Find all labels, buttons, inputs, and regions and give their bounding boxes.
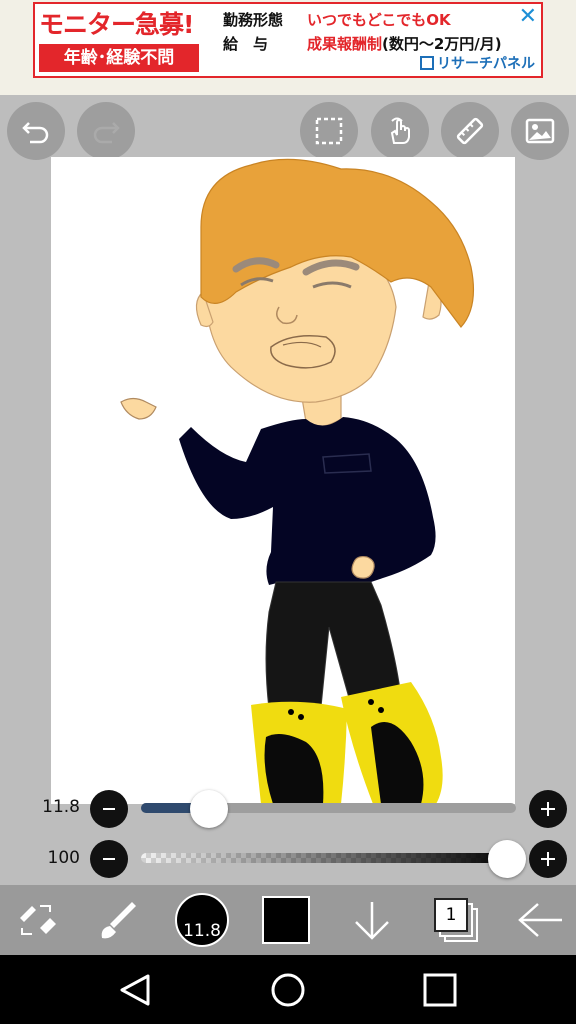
brush-size-decrease-button[interactable]	[90, 790, 128, 828]
ruler-icon	[456, 117, 484, 145]
opacity-thumb[interactable]	[488, 840, 526, 878]
drawing-canvas[interactable]	[51, 157, 515, 804]
character-drawing	[120, 158, 475, 804]
image-button[interactable]	[511, 102, 569, 160]
brush-size-increase-button[interactable]	[529, 790, 567, 828]
ad-banner[interactable]: モニター急募! 年齢･経験不問 勤務形態 いつでもどこでもOK 給 与 成果報酬制(…	[0, 0, 576, 95]
ad-box[interactable]: モニター急募! 年齢･経験不問 勤務形態 いつでもどこでもOK 給 与 成果報酬制(…	[33, 2, 543, 78]
minus-icon	[103, 858, 115, 860]
brush-size-thumb[interactable]	[190, 790, 228, 828]
download-button[interactable]	[344, 885, 400, 955]
selection-icon	[315, 117, 343, 145]
opacity-value: 100	[47, 848, 80, 868]
undo-icon	[22, 122, 49, 144]
brush-size-preview[interactable]: 11.8	[172, 885, 232, 955]
redo-button[interactable]	[77, 102, 135, 160]
nav-back-icon[interactable]	[118, 973, 152, 1007]
brush-preview-circle: 11.8	[175, 893, 229, 947]
ad-brand: リサーチパネル	[420, 53, 535, 73]
nav-recents-icon[interactable]	[423, 973, 457, 1007]
ad-row2-value: 成果報酬制	[307, 35, 383, 53]
selection-button[interactable]	[300, 102, 358, 160]
arrow-left-icon	[518, 903, 562, 937]
pen-eraser-swap-icon	[20, 905, 56, 935]
opacity-track[interactable]	[141, 853, 516, 863]
color-picker-button[interactable]	[260, 885, 312, 955]
image-icon	[525, 118, 555, 144]
ad-badge: 年齢･経験不問	[39, 44, 199, 72]
swap-tool-button[interactable]	[8, 885, 64, 955]
ad-details: 勤務形態 いつでもどこでもOK 給 与 成果報酬制(数円〜2万円/月)	[223, 8, 502, 56]
plus-icon	[541, 802, 555, 816]
ad-row1-key: 勤務形態	[223, 11, 284, 29]
system-nav-bar	[0, 955, 576, 1024]
redo-icon	[93, 122, 120, 144]
brush-preview-size: 11.8	[183, 921, 221, 941]
undo-button[interactable]	[7, 102, 65, 160]
ruler-button[interactable]	[441, 102, 499, 160]
ad-row2-extra: (数円〜2万円/月)	[382, 35, 502, 53]
layers-icon: 1	[434, 898, 478, 942]
brush-tool-button[interactable]	[90, 885, 146, 955]
layer-count: 1	[434, 898, 468, 932]
hand-icon	[390, 117, 410, 144]
hand-button[interactable]	[371, 102, 429, 160]
opacity-decrease-button[interactable]	[90, 840, 128, 878]
layers-button[interactable]: 1	[428, 885, 484, 955]
back-button[interactable]	[512, 885, 568, 955]
close-icon[interactable]: ✕	[519, 4, 537, 29]
opacity-increase-button[interactable]	[529, 840, 567, 878]
plus-icon	[541, 852, 555, 866]
brush-icon	[101, 902, 136, 939]
minus-icon	[103, 808, 115, 810]
nav-home-icon[interactable]	[270, 972, 306, 1008]
ad-row1-value: いつでもどこでもOK	[307, 11, 451, 29]
ad-title: モニター急募!	[39, 10, 194, 39]
arrow-down-icon	[355, 902, 389, 940]
current-color-swatch	[262, 896, 310, 944]
ad-brand-label: リサーチパネル	[437, 56, 535, 72]
ad-row2-key: 給 与	[223, 35, 269, 53]
ad-brand-icon	[420, 56, 434, 70]
bottom-toolbar: 11.8 1	[0, 885, 576, 955]
brush-size-value: 11.8	[42, 797, 80, 817]
